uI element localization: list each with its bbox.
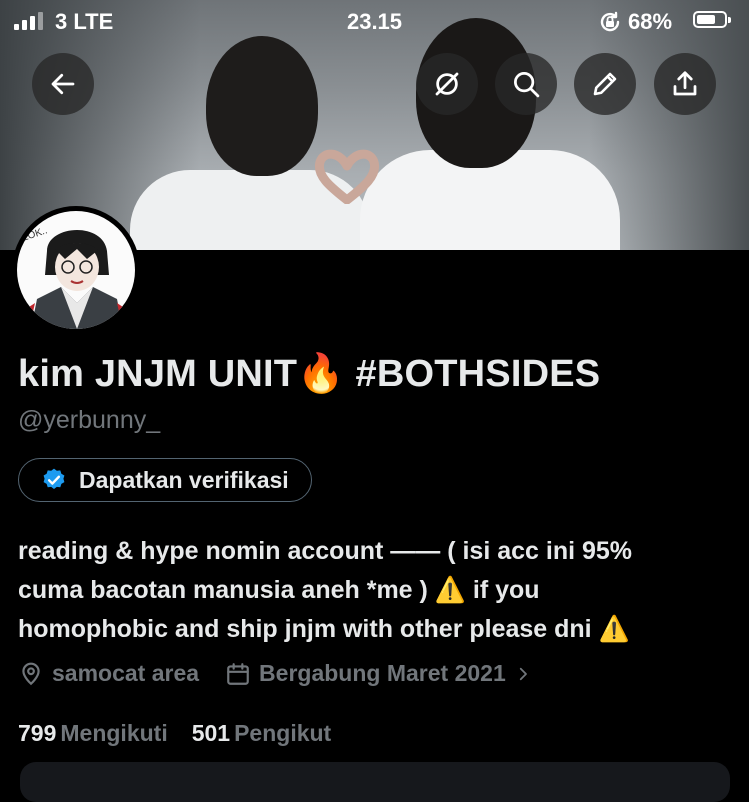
- back-arrow-icon: [51, 73, 75, 95]
- edit-button[interactable]: [574, 53, 636, 115]
- share-icon: [673, 71, 697, 96]
- display-name: kim JNJM UNIT🔥 #BOTHSIDES: [18, 353, 601, 395]
- following-label[interactable]: Mengikuti: [60, 720, 167, 747]
- battery-percent: 68%: [628, 9, 673, 34]
- location-text: samocat area: [52, 660, 200, 686]
- username-handle: @yerbunny_: [18, 406, 161, 434]
- chevron-right-icon: [519, 667, 527, 680]
- following-count[interactable]: 799: [18, 720, 56, 747]
- banner-head-left: [206, 36, 318, 176]
- back-button[interactable]: [32, 53, 94, 115]
- edit-icon: [593, 72, 617, 96]
- follow-stats: 799 Mengikuti 501 Pengikut: [18, 720, 355, 747]
- banner-hand-heart: [314, 149, 380, 204]
- grok-icon: [435, 72, 459, 96]
- joined-date-text: Bergabung Maret 2021: [259, 660, 506, 686]
- joined-date-item[interactable]: Bergabung Maret 2021: [225, 660, 532, 687]
- status-bar: 3 LTE 23.15 68%: [0, 0, 749, 40]
- location-item: samocat area: [18, 660, 199, 687]
- share-button[interactable]: [654, 53, 716, 115]
- verified-badge-icon: [43, 468, 65, 489]
- battery-icon: [693, 11, 731, 28]
- bottom-card[interactable]: [20, 762, 730, 802]
- search-icon: [514, 72, 540, 98]
- profile-bio: reading & hype nomin account —— ( isi ac…: [18, 537, 633, 643]
- rotation-lock-icon: [600, 11, 620, 32]
- avatar-image: ZOK..: [17, 211, 135, 329]
- calendar-icon: [227, 662, 249, 685]
- profile-avatar[interactable]: ZOK..: [12, 206, 140, 334]
- get-verified-label: Dapatkan verifikasi: [79, 466, 289, 493]
- get-verified-button[interactable]: Dapatkan verifikasi: [18, 458, 312, 502]
- profile-meta: samocat area Bergabung Maret 2021: [18, 660, 558, 687]
- followers-label[interactable]: Pengikut: [234, 720, 331, 747]
- followers-count[interactable]: 501: [192, 720, 230, 747]
- search-button[interactable]: [495, 53, 557, 115]
- grok-button[interactable]: [416, 53, 478, 115]
- location-pin-icon: [22, 662, 40, 685]
